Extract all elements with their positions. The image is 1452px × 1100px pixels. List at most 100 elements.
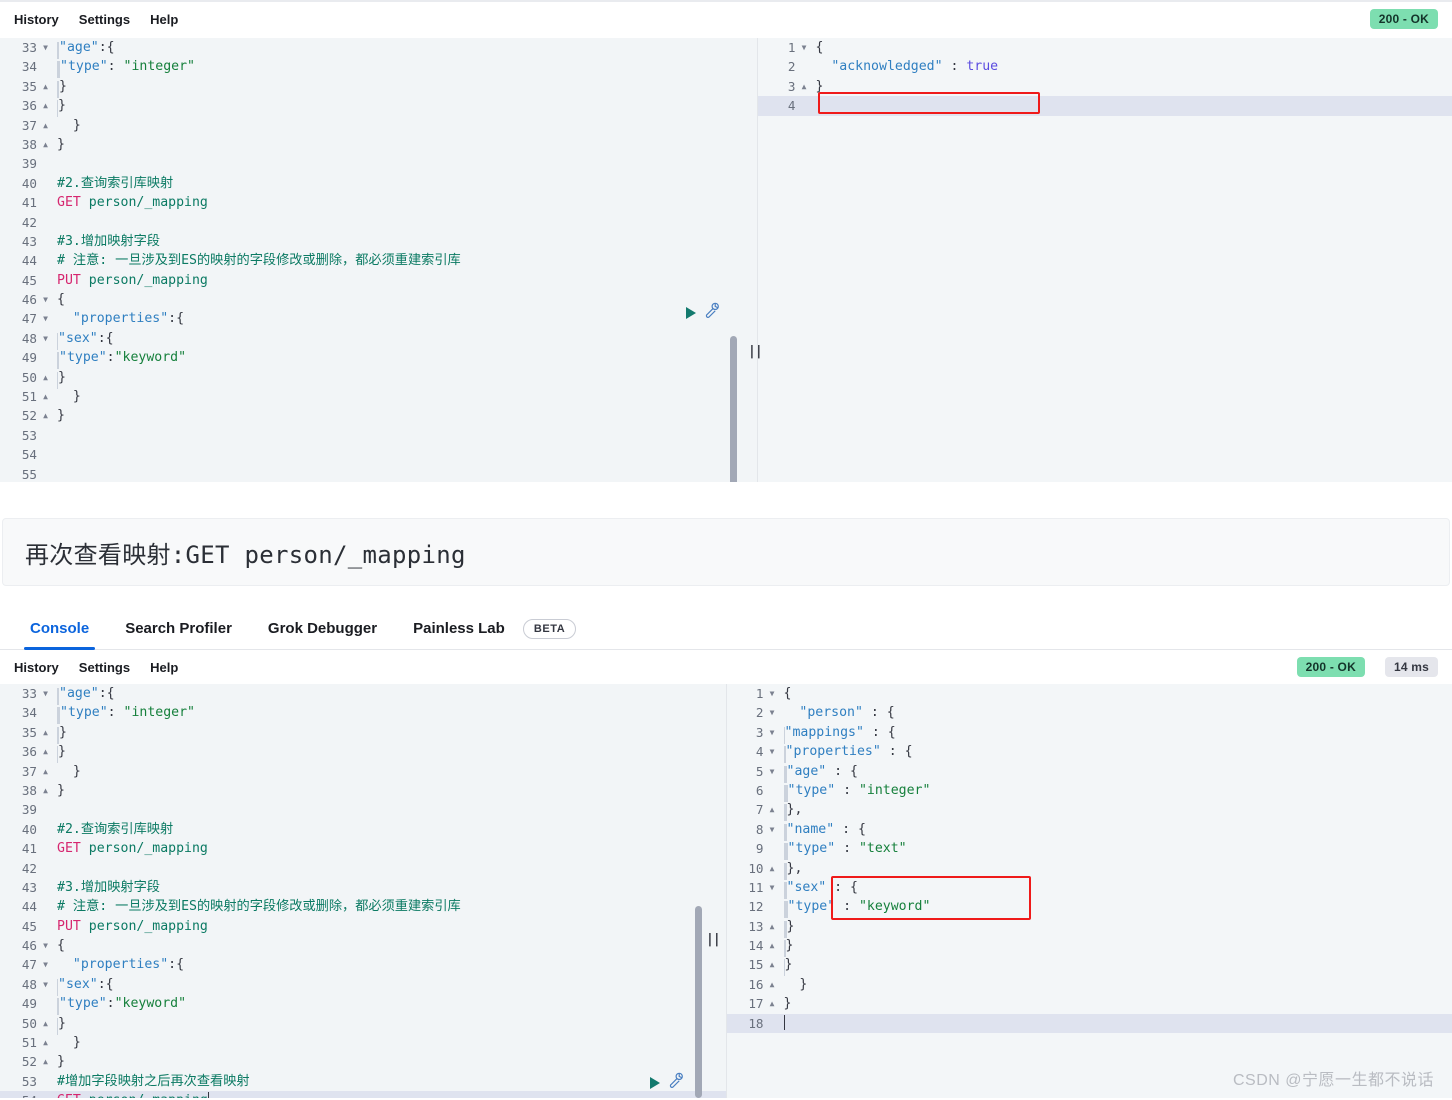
code-line[interactable]: 36 ▲ } (0, 96, 757, 118)
code-line[interactable]: 53 #增加字段映射之后再次查看映射 (0, 1072, 726, 1091)
fold-open-icon[interactable]: ▼ (767, 820, 778, 839)
fold-close-icon[interactable]: ▲ (40, 762, 51, 781)
code-line[interactable]: 50 ▲ } (0, 368, 757, 389)
pane-resize-grip[interactable]: || (706, 932, 721, 947)
code-line[interactable]: 33 ▼ "age":{ (0, 38, 757, 59)
fold-open-icon[interactable]: ▼ (767, 684, 778, 703)
code-line[interactable]: 38 ▲} (0, 781, 726, 800)
fold-close-icon[interactable]: ▲ (40, 116, 51, 135)
response-viewer-pane[interactable]: 1 ▼{2 ▼ "person" : {3 ▼ "mappings" : {4 ▼ "p… (726, 684, 1452, 1098)
request-editor-pane[interactable]: 33 ▼ "age":{34 "type": "integer" 35 ▲ } 36 ▲ … (0, 38, 758, 482)
fold-close-icon[interactable]: ▲ (40, 96, 51, 115)
fold-close-icon[interactable]: ▲ (798, 77, 809, 96)
fold-close-icon[interactable]: ▲ (767, 994, 778, 1013)
fold-close-icon[interactable]: ▲ (40, 781, 51, 800)
fold-close-icon[interactable]: ▲ (40, 1052, 51, 1071)
fold-close-icon[interactable]: ▲ (40, 387, 51, 406)
code-line[interactable]: 43 #3.增加映射字段 (0, 232, 757, 251)
fold-close-icon[interactable]: ▲ (40, 723, 51, 742)
code-line[interactable]: 35 ▲ } (0, 77, 757, 98)
code-line[interactable]: 54 (0, 445, 757, 464)
tab-painless-lab[interactable]: Painless Lab (395, 620, 523, 649)
code-line[interactable]: 48 ▼ "sex":{ (0, 975, 726, 996)
wrench-icon[interactable] (668, 1072, 684, 1093)
fold-open-icon[interactable]: ▼ (40, 309, 51, 328)
code-line[interactable]: 36 ▲ } (0, 742, 726, 764)
fold-open-icon[interactable]: ▼ (767, 762, 778, 781)
code-line[interactable]: 48 ▼ "sex":{ (0, 329, 757, 350)
fold-close-icon[interactable]: ▲ (767, 975, 778, 994)
request-editor-code[interactable]: 33 ▼ "age":{34 "type": "integer" 35 ▲ } 36 ▲ … (0, 38, 757, 482)
tab-grok-debugger[interactable]: Grok Debugger (250, 620, 395, 649)
code-line[interactable]: 44 # 注意: 一旦涉及到ES的映射的字段修改或删除，都必须重建索引库 (0, 897, 726, 916)
code-line[interactable]: 33 ▼ "age":{ (0, 684, 726, 705)
code-line[interactable]: 55 (0, 465, 757, 482)
fold-close-icon[interactable]: ▲ (40, 77, 51, 96)
code-line[interactable]: 41 GET person/_mapping (0, 839, 726, 858)
fold-close-icon[interactable]: ▲ (767, 936, 778, 955)
fold-close-icon[interactable]: ▲ (40, 742, 51, 761)
request-action-icons[interactable] (650, 1072, 684, 1093)
menu-item-history[interactable]: History (14, 12, 59, 27)
menu-item-history[interactable]: History (14, 660, 59, 675)
code-line[interactable]: 40 #2.查询索引库映射 (0, 174, 757, 193)
code-line[interactable]: 52 ▲} (0, 406, 757, 425)
fold-close-icon[interactable]: ▲ (40, 135, 51, 154)
fold-close-icon[interactable]: ▲ (40, 1014, 51, 1033)
tab-search-profiler[interactable]: Search Profiler (107, 620, 250, 649)
play-icon[interactable] (686, 306, 696, 319)
menu-item-help[interactable]: Help (150, 12, 178, 27)
fold-open-icon[interactable]: ▼ (40, 38, 51, 57)
fold-open-icon[interactable]: ▼ (767, 742, 778, 761)
code-line[interactable]: 47 ▼ "properties":{ (0, 955, 726, 974)
fold-close-icon[interactable]: ▲ (767, 800, 778, 819)
menu-item-help[interactable]: Help (150, 660, 178, 675)
code-line[interactable]: 51 ▲ } (0, 1033, 726, 1052)
code-line[interactable]: 42 (0, 213, 757, 232)
code-line[interactable]: 37 ▲ } (0, 116, 757, 135)
fold-open-icon[interactable]: ▼ (40, 290, 51, 309)
pane-resize-grip[interactable]: || (748, 344, 763, 359)
fold-open-icon[interactable]: ▼ (40, 329, 51, 348)
code-line[interactable]: 47 ▼ "properties":{ (0, 309, 757, 328)
play-icon[interactable] (650, 1076, 660, 1089)
fold-open-icon[interactable]: ▼ (767, 703, 778, 722)
code-line[interactable]: 39 (0, 154, 757, 173)
fold-close-icon[interactable]: ▲ (767, 859, 778, 878)
fold-close-icon[interactable]: ▲ (40, 368, 51, 387)
code-line[interactable]: 53 (0, 426, 757, 445)
code-line[interactable]: 42 (0, 859, 726, 878)
editor-vertical-scrollbar[interactable] (730, 336, 738, 482)
menu-item-settings[interactable]: Settings (79, 12, 130, 27)
code-line[interactable]: 40 #2.查询索引库映射 (0, 820, 726, 839)
code-line[interactable]: 46 ▼ { (0, 290, 757, 309)
code-line[interactable]: 51 ▲ } (0, 387, 757, 406)
fold-open-icon[interactable]: ▼ (40, 975, 51, 994)
code-line[interactable]: 50 ▲ } (0, 1014, 726, 1035)
code-line[interactable]: 54 GET person/_mapping (0, 1091, 726, 1098)
fold-close-icon[interactable]: ▲ (40, 406, 51, 425)
tab-console[interactable]: Console (12, 620, 107, 650)
menu-item-settings[interactable]: Settings (79, 660, 130, 675)
editor-vertical-scrollbar[interactable] (694, 906, 702, 1098)
code-line[interactable]: 49 "type":"keyword" (0, 348, 757, 370)
code-line[interactable]: 52 ▲} (0, 1052, 726, 1071)
fold-open-icon[interactable]: ▼ (40, 684, 51, 703)
code-line[interactable]: 46 ▼ { (0, 936, 726, 955)
code-line[interactable]: 34 "type": "integer" (0, 703, 726, 725)
fold-close-icon[interactable]: ▲ (767, 917, 778, 936)
fold-close-icon[interactable]: ▲ (40, 1033, 51, 1052)
code-line[interactable]: 37 ▲ } (0, 762, 726, 781)
code-line[interactable]: 44 # 注意: 一旦涉及到ES的映射的字段修改或删除，都必须重建索引库 (0, 251, 757, 270)
code-line[interactable]: 49 "type":"keyword" (0, 994, 726, 1016)
code-line[interactable]: 38 ▲} (0, 135, 757, 154)
code-line[interactable]: 45 PUT person/_mapping (0, 271, 757, 290)
code-line[interactable]: 39 (0, 800, 726, 819)
code-line[interactable]: 41 GET person/_mapping (0, 193, 757, 212)
code-line[interactable]: 34 "type": "integer" (0, 57, 757, 79)
fold-open-icon[interactable]: ▼ (767, 878, 778, 897)
code-line[interactable]: 35 ▲ } (0, 723, 726, 744)
code-line[interactable]: 45 PUT person/_mapping (0, 917, 726, 936)
code-line[interactable]: 43 #3.增加映射字段 (0, 878, 726, 897)
request-action-icons[interactable] (686, 302, 720, 323)
